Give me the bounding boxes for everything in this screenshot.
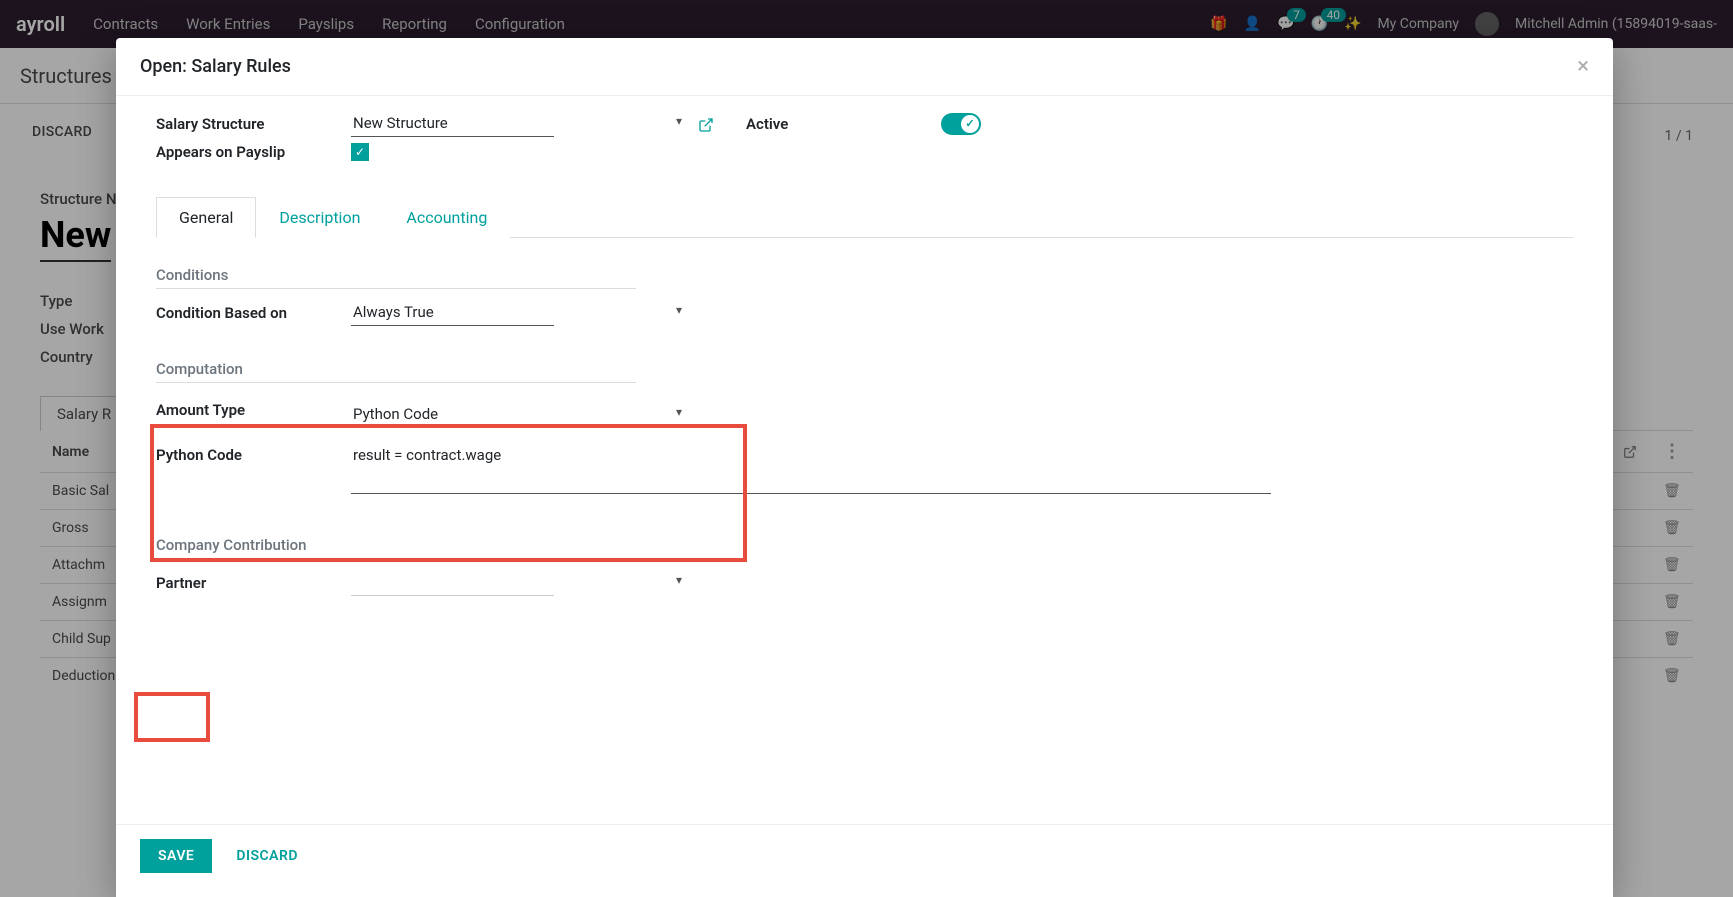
amount-type-label: Amount Type — [156, 401, 351, 428]
active-label: Active — [746, 115, 941, 133]
discard-button[interactable]: DISCARD — [232, 839, 302, 873]
salary-structure-label: Salary Structure — [156, 115, 351, 133]
dialog-body: Salary Structure Active ✓ Appears on Pay… — [116, 96, 1613, 824]
appears-on-payslip-checkbox[interactable]: ✓ — [351, 143, 369, 161]
salary-structure-input[interactable] — [351, 110, 554, 137]
save-button[interactable]: SAVE — [140, 839, 212, 873]
tab-description[interactable]: Description — [256, 197, 383, 238]
partner-input[interactable] — [351, 569, 554, 596]
python-code-input[interactable] — [351, 442, 1271, 494]
condition-based-on-label: Condition Based on — [156, 304, 351, 322]
dialog-footer: SAVE DISCARD — [116, 824, 1613, 897]
tab-accounting[interactable]: Accounting — [383, 197, 510, 238]
python-code-label: Python Code — [156, 442, 351, 464]
active-toggle[interactable]: ✓ — [941, 113, 981, 135]
close-icon[interactable]: × — [1577, 54, 1589, 79]
condition-based-on-input[interactable] — [351, 299, 554, 326]
computation-section-title: Computation — [156, 360, 636, 383]
form-tabs: General Description Accounting — [156, 197, 1573, 238]
appears-on-payslip-label: Appears on Payslip — [156, 143, 351, 161]
partner-label: Partner — [156, 574, 351, 592]
amount-type-input[interactable] — [351, 401, 554, 428]
conditions-section-title: Conditions — [156, 266, 636, 289]
company-contribution-section-title: Company Contribution — [156, 536, 336, 559]
salary-rule-dialog: Open: Salary Rules × Salary Structure Ac… — [116, 38, 1613, 897]
tab-general[interactable]: General — [156, 197, 256, 238]
dialog-title: Open: Salary Rules — [140, 56, 1577, 77]
external-link-icon[interactable] — [698, 114, 714, 133]
dialog-header: Open: Salary Rules × — [116, 38, 1613, 96]
check-icon: ✓ — [961, 115, 979, 133]
